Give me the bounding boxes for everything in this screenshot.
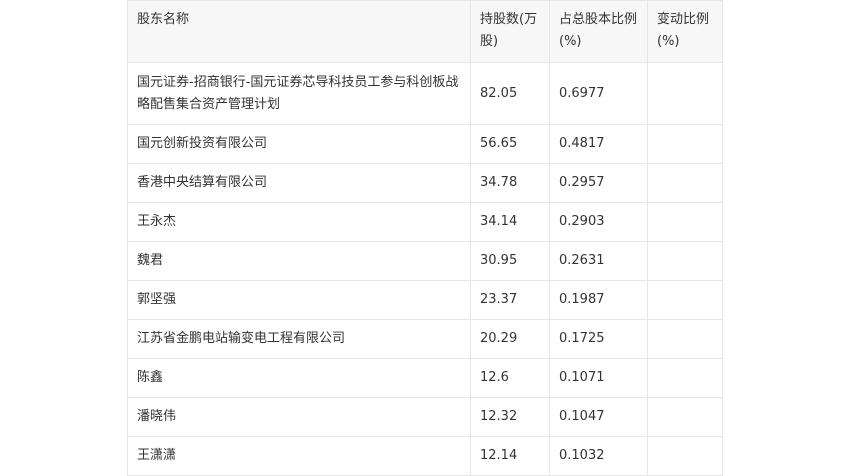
table-row: 江苏省金鹏电站输变电工程有限公司 20.29 0.1725 xyxy=(127,319,723,359)
cell-shareholder-name: 国元证券-招商银行-国元证券芯导科技员工参与科创板战略配售集合资产管理计划 xyxy=(127,62,471,125)
cell-change xyxy=(647,62,723,125)
cell-shareholder-name: 国元创新投资有限公司 xyxy=(127,124,471,164)
cell-shareholder-name: 王潇潇 xyxy=(127,436,471,476)
cell-shareholder-name: 王永杰 xyxy=(127,202,471,242)
cell-shareholder-name: 魏君 xyxy=(127,241,471,281)
cell-shares: 56.65 xyxy=(470,124,550,164)
cell-shareholder-name: 郭坚强 xyxy=(127,280,471,320)
cell-ratio: 0.2631 xyxy=(549,241,648,281)
cell-shareholder-name: 陈鑫 xyxy=(127,358,471,398)
cell-ratio: 0.1725 xyxy=(549,319,648,359)
cell-shareholder-name: 香港中央结算有限公司 xyxy=(127,163,471,203)
cell-shares: 12.14 xyxy=(470,436,550,476)
cell-change xyxy=(647,397,723,437)
cell-shares: 30.95 xyxy=(470,241,550,281)
cell-shareholder-name: 江苏省金鹏电站输变电工程有限公司 xyxy=(127,319,471,359)
table-row: 香港中央结算有限公司 34.78 0.2957 xyxy=(127,163,723,203)
header-ratio: 占总股本比例(%) xyxy=(549,0,648,63)
shareholder-table: 股东名称 持股数(万股) 占总股本比例(%) 变动比例(%) 国元证券-招商银行… xyxy=(127,0,723,476)
cell-shares: 82.05 xyxy=(470,62,550,125)
cell-ratio: 0.2957 xyxy=(549,163,648,203)
cell-change xyxy=(647,436,723,476)
table-row: 国元证券-招商银行-国元证券芯导科技员工参与科创板战略配售集合资产管理计划 82.… xyxy=(127,62,723,125)
cell-ratio: 0.4817 xyxy=(549,124,648,164)
cell-change xyxy=(647,319,723,359)
cell-shares: 23.37 xyxy=(470,280,550,320)
cell-change xyxy=(647,358,723,398)
table-body: 国元证券-招商银行-国元证券芯导科技员工参与科创板战略配售集合资产管理计划 82.… xyxy=(127,62,723,476)
cell-shareholder-name: 潘晓伟 xyxy=(127,397,471,437)
table-row: 魏君 30.95 0.2631 xyxy=(127,241,723,281)
cell-ratio: 0.1071 xyxy=(549,358,648,398)
cell-ratio: 0.6977 xyxy=(549,62,648,125)
table-row: 陈鑫 12.6 0.1071 xyxy=(127,358,723,398)
cell-change xyxy=(647,280,723,320)
cell-ratio: 0.2903 xyxy=(549,202,648,242)
table-row: 国元创新投资有限公司 56.65 0.4817 xyxy=(127,124,723,164)
header-shares: 持股数(万股) xyxy=(470,0,550,63)
table-row: 王潇潇 12.14 0.1032 xyxy=(127,436,723,476)
table-header-row: 股东名称 持股数(万股) 占总股本比例(%) 变动比例(%) xyxy=(127,0,723,63)
table-row: 郭坚强 23.37 0.1987 xyxy=(127,280,723,320)
cell-change xyxy=(647,163,723,203)
cell-ratio: 0.1032 xyxy=(549,436,648,476)
cell-shares: 20.29 xyxy=(470,319,550,359)
cell-shares: 34.14 xyxy=(470,202,550,242)
header-change: 变动比例(%) xyxy=(647,0,723,63)
cell-change xyxy=(647,241,723,281)
cell-shares: 12.6 xyxy=(470,358,550,398)
table-row: 王永杰 34.14 0.2903 xyxy=(127,202,723,242)
cell-change xyxy=(647,202,723,242)
cell-shares: 34.78 xyxy=(470,163,550,203)
cell-ratio: 0.1047 xyxy=(549,397,648,437)
header-shareholder-name: 股东名称 xyxy=(127,0,471,63)
cell-ratio: 0.1987 xyxy=(549,280,648,320)
table-row: 潘晓伟 12.32 0.1047 xyxy=(127,397,723,437)
cell-change xyxy=(647,124,723,164)
cell-shares: 12.32 xyxy=(470,397,550,437)
